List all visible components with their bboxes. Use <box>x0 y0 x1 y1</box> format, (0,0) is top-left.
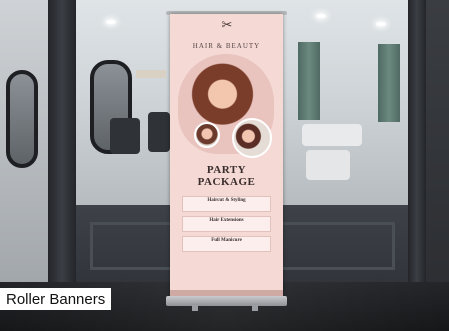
scissors-icon: ✂ <box>221 17 233 32</box>
service-item: Full Manicure <box>182 236 271 252</box>
banner-foot <box>252 305 258 311</box>
curtain <box>378 44 400 122</box>
caption-label: Roller Banners <box>0 288 112 310</box>
service-name: Hair Extensions <box>209 218 244 223</box>
roller-banner: ✂ HAIR & BEAUTY PARTY PACKAGE Haircut & … <box>170 14 283 302</box>
salon-mirror-left <box>6 70 38 168</box>
ceiling-light <box>316 14 326 18</box>
salon-chair <box>110 118 140 154</box>
wash-basin <box>302 124 362 146</box>
banner-headline: PARTY PACKAGE <box>170 164 283 188</box>
banner-brand: HAIR & BEAUTY <box>192 42 261 50</box>
headline-line2: PACKAGE <box>197 176 256 188</box>
ceiling-light <box>376 22 386 26</box>
banner-base <box>166 296 287 306</box>
frame-pillar-right <box>408 0 426 300</box>
banner-foot <box>192 305 198 311</box>
salon-shelf <box>136 70 166 78</box>
salon-chair <box>148 112 170 152</box>
left-window <box>0 0 48 300</box>
curtain <box>298 42 320 120</box>
frame-pillar-left <box>48 0 76 300</box>
photo-scene: ✂ HAIR & BEAUTY PARTY PACKAGE Haircut & … <box>0 0 449 331</box>
thumbnail-photo <box>194 122 220 148</box>
ceiling-light <box>106 20 116 24</box>
service-name: Haircut & Styling <box>207 198 246 203</box>
service-item: Hair Extensions <box>182 216 271 232</box>
thumbnail-photo <box>232 118 272 158</box>
headline-line1: PARTY <box>206 164 247 176</box>
service-name: Full Manicure <box>211 238 242 243</box>
wash-chair <box>306 150 350 180</box>
service-item: Haircut & Styling <box>182 196 271 212</box>
